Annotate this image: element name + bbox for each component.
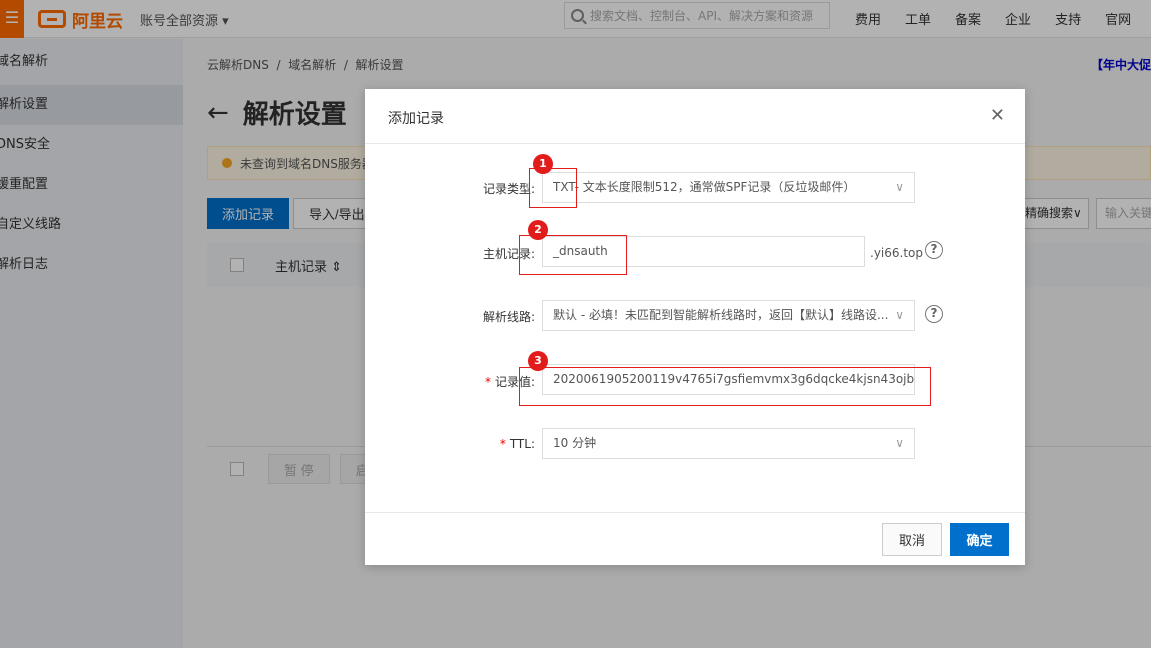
help-icon[interactable]: ? [925,305,943,323]
ttl-label-text: TTL: [509,437,535,451]
annotation-badge-3: 3 [528,351,548,371]
ttl-value: 10 分钟 [553,436,597,450]
chevron-down-icon: ∨ [895,436,904,450]
record-type-value: TXT- 文本长度限制512，通常做SPF记录（反垃圾邮件） [553,180,856,194]
annotation-box-3 [519,367,931,406]
resolve-line-label: 解析线路: [482,310,535,324]
domain-suffix: .yi66.top [870,246,923,260]
chevron-down-icon: ∨ [895,180,904,194]
required-mark: * [484,375,491,389]
dialog-title: 添加记录 [388,111,444,127]
help-icon[interactable]: ? [925,241,943,259]
confirm-button[interactable]: 确定 [950,523,1009,556]
host-record-label: 主机记录: [482,247,535,261]
record-type-label: 记录类型: [482,182,535,196]
resolve-line-value: 默认 - 必填！未匹配到智能解析线路时，返回【默认】线路设... [553,308,889,322]
dialog-header: 添加记录 ✕ [365,89,1025,144]
dialog-footer: 取消 确定 [365,512,1025,565]
annotation-badge-2: 2 [528,220,548,240]
chevron-down-icon: ∨ [895,308,904,322]
ttl-label: * TTL: [365,437,535,451]
annotation-badge-1: 1 [533,154,553,174]
cancel-button[interactable]: 取消 [882,523,942,556]
annotation-box-2 [519,235,627,275]
resolve-line-select[interactable]: 默认 - 必填！未匹配到智能解析线路时，返回【默认】线路设... ∨ [542,300,915,331]
record-value-label: * 记录值: [365,373,535,390]
close-icon[interactable]: ✕ [990,105,1005,126]
add-record-dialog: 添加记录 ✕ 记录类型: TXT- 文本长度限制512，通常做SPF记录（反垃圾… [365,89,1025,565]
ttl-select[interactable]: 10 分钟 ∨ [542,428,915,459]
annotation-box-1 [529,168,577,208]
record-type-select[interactable]: TXT- 文本长度限制512，通常做SPF记录（反垃圾邮件） ∨ [542,172,915,203]
required-mark: * [499,437,506,451]
